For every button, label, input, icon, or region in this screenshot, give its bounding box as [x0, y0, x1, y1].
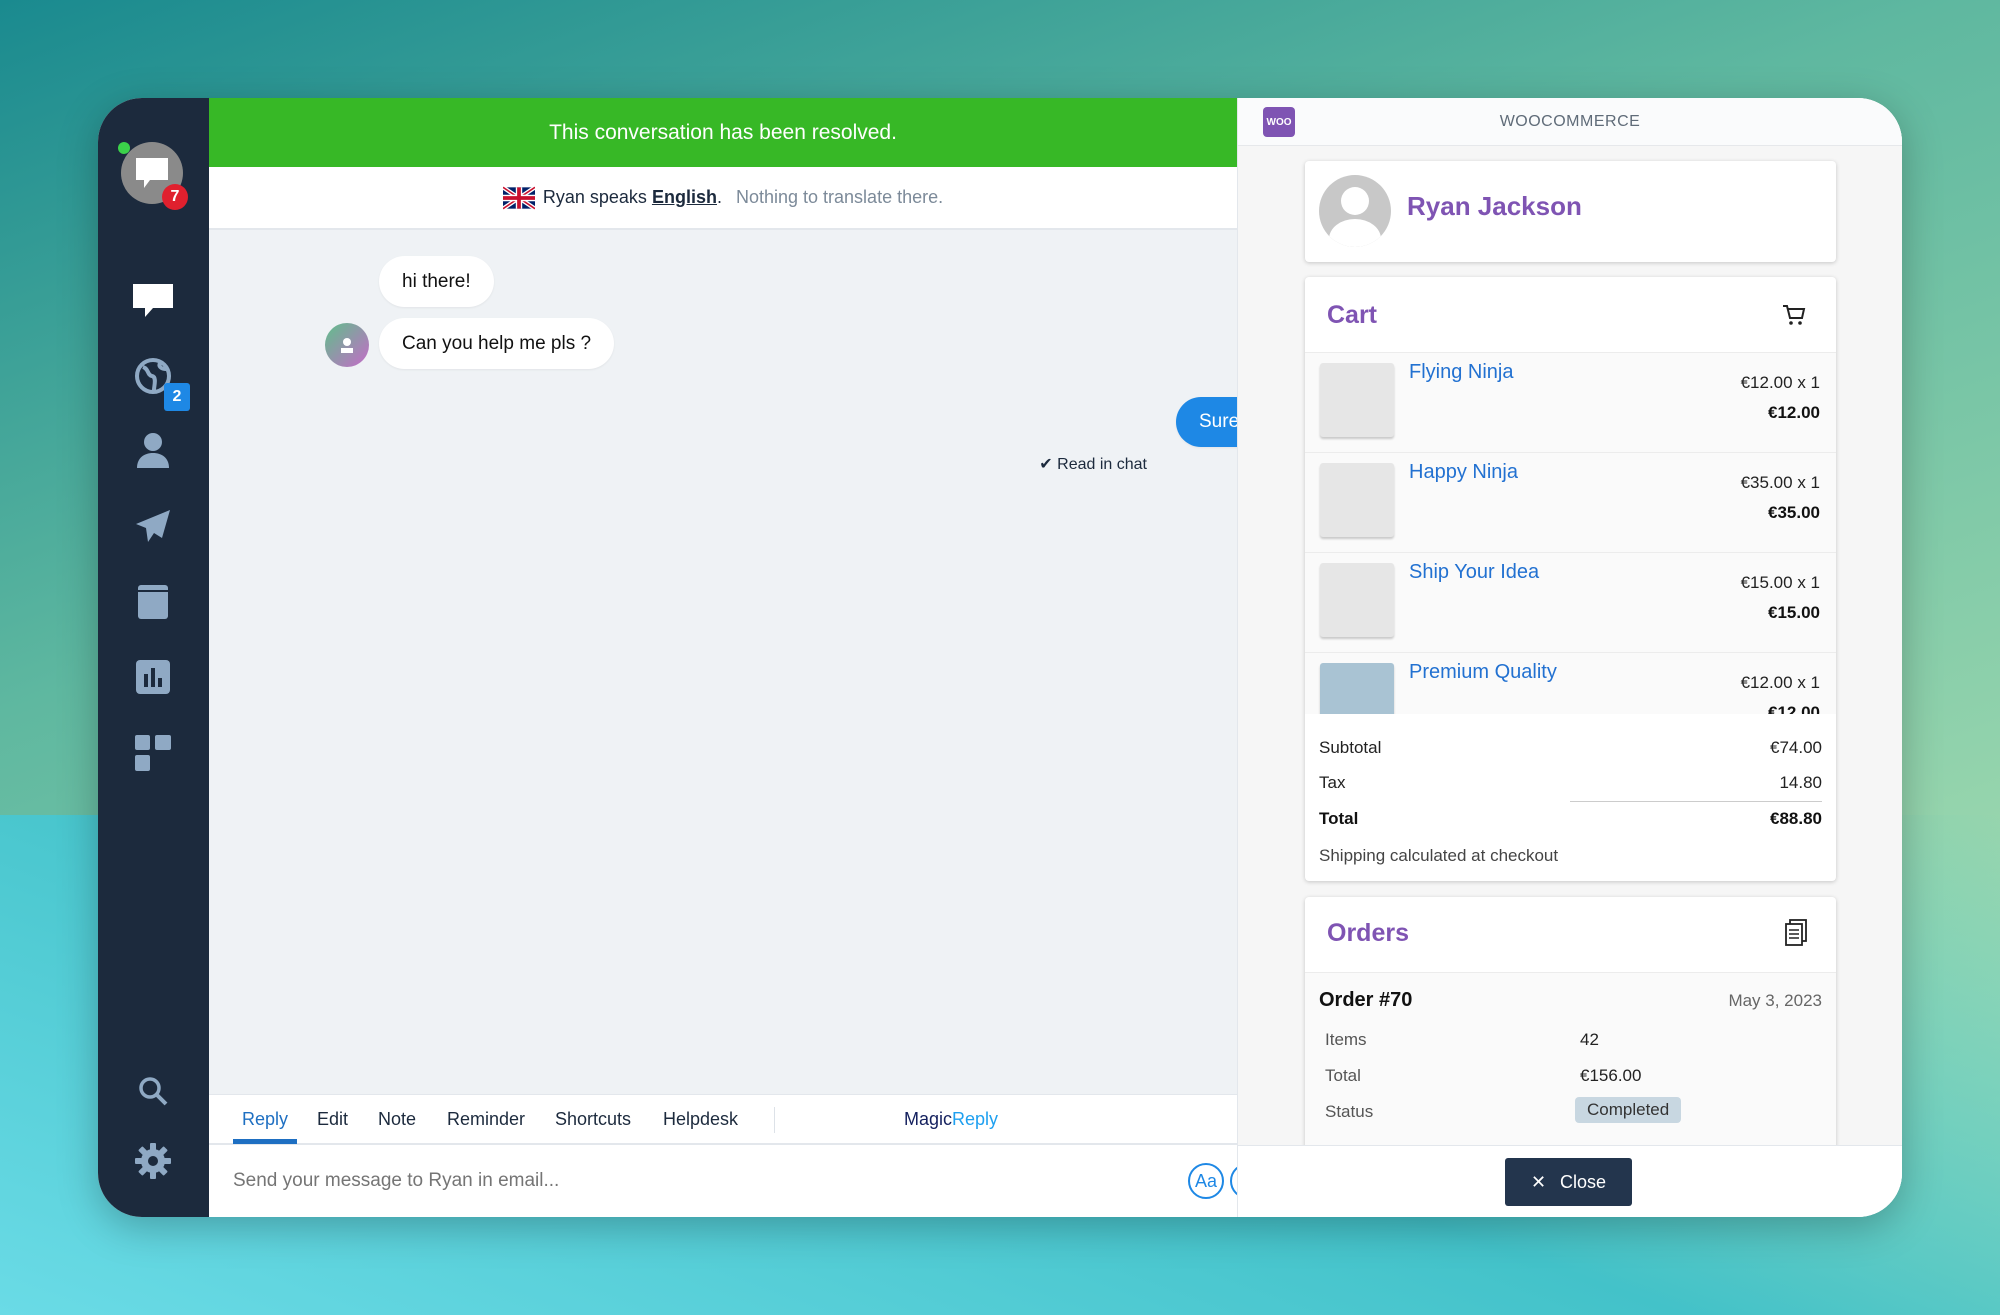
user-icon[interactable] — [136, 432, 170, 468]
unit-price: €15.00 x 1 — [1740, 573, 1820, 592]
totals-divider — [1570, 801, 1822, 802]
order-details: Order #70 May 3, 2023 Items 42 Total €156.… — [1305, 972, 1836, 1157]
message-bubble: Can you help me pls ? — [379, 318, 615, 369]
tab-reminder[interactable]: Reminder — [447, 1109, 525, 1130]
tab-helpdesk[interactable]: Helpdesk — [663, 1109, 738, 1130]
product-thumbnail — [1320, 363, 1394, 437]
tab-magicreply[interactable]: MagicReply — [904, 1109, 998, 1130]
unit-price: €35.00 x 1 — [1740, 473, 1820, 492]
cart-card: Cart Flying Ninja €12.00 x 1 €12.00 Happy … — [1305, 277, 1836, 881]
customer-name[interactable]: Ryan Jackson — [1407, 191, 1582, 222]
total-value: €156.00 — [1580, 1066, 1642, 1085]
app-window: 7 2 This conversation has been resolved.… — [98, 98, 1902, 1217]
language-link[interactable]: English — [652, 187, 717, 207]
product-link[interactable]: Premium Quality — [1409, 661, 1557, 684]
tax-row: Tax 14.80 — [1319, 773, 1822, 792]
active-tab-indicator — [233, 1139, 297, 1144]
check-icon: ✔ — [1039, 456, 1053, 473]
message-input[interactable] — [233, 1161, 1033, 1201]
product-thumbnail — [1320, 463, 1394, 537]
product-link[interactable]: Flying Ninja — [1409, 361, 1513, 384]
cart-title: Cart — [1327, 301, 1378, 329]
analytics-icon[interactable] — [136, 660, 170, 694]
cart-item: Ship Your Idea €15.00 x 1 €15.00 — [1305, 553, 1836, 653]
items-label: Items — [1325, 1030, 1367, 1049]
panel-title: WOOCOMMERCE — [1499, 113, 1641, 130]
product-thumbnail — [1320, 663, 1394, 714]
product-link[interactable]: Happy Ninja — [1409, 461, 1518, 484]
tab-shortcuts[interactable]: Shortcuts — [555, 1109, 631, 1130]
resolved-banner: This conversation has been resolved. — [209, 98, 1237, 167]
send-icon[interactable] — [134, 508, 172, 544]
panel-header: WOO WOOCOMMERCE — [1238, 98, 1902, 146]
order-number[interactable]: Order #70 — [1319, 989, 1412, 1012]
chat-icon[interactable] — [131, 280, 175, 320]
unit-price: €12.00 x 1 — [1740, 373, 1820, 392]
sidebar: 7 2 — [98, 98, 209, 1217]
read-status: ✔ Read in chat — [1039, 456, 1147, 473]
visitor-avatar — [325, 323, 369, 367]
woocommerce-panel: WOO WOOCOMMERCE Ryan Jackson Cart Flying… — [1237, 98, 1902, 1217]
translation-bar: Ryan speaks English. Nothing to translat… — [209, 167, 1237, 230]
customer-avatar — [1319, 175, 1391, 247]
line-total: €35.00 — [1768, 503, 1820, 522]
line-total: €12.00 — [1768, 403, 1820, 422]
cart-item: Happy Ninja €35.00 x 1 €35.00 — [1305, 453, 1836, 553]
tab-reply[interactable]: Reply — [242, 1109, 288, 1130]
items-value: 42 — [1580, 1030, 1599, 1049]
cart-item: Premium Quality €12.00 x 1 €12.00 — [1305, 653, 1836, 714]
orders-title: Orders — [1327, 919, 1409, 947]
product-thumbnail — [1320, 563, 1394, 637]
integrations-icon[interactable] — [135, 735, 171, 771]
chat-panel: This conversation has been resolved. Rya… — [209, 98, 1318, 1217]
panel-footer: ✕ Close — [1238, 1145, 1902, 1217]
order-date: May 3, 2023 — [1728, 991, 1822, 1010]
line-total: €15.00 — [1768, 603, 1820, 622]
text-format-icon[interactable]: Aa — [1188, 1163, 1224, 1199]
subtotal-row: Subtotal €74.00 — [1319, 738, 1822, 757]
shipping-note: Shipping calculated at checkout — [1319, 846, 1559, 865]
product-link[interactable]: Ship Your Idea — [1409, 561, 1539, 584]
close-icon: ✕ — [1530, 1171, 1547, 1192]
chat-bubble-icon — [136, 158, 168, 188]
status-label: Status — [1325, 1102, 1374, 1121]
customer-card: Ryan Jackson — [1305, 161, 1836, 262]
composer: Aa ☺ + — [209, 1145, 1308, 1217]
cart-icon[interactable] — [1782, 304, 1806, 326]
tab-divider — [774, 1107, 775, 1133]
speaks-label: Ryan speaks English. — [542, 187, 722, 207]
orders-card: Orders Order #70 May 3, 2023 Items 42 Tot… — [1305, 897, 1836, 1157]
uk-flag-icon — [502, 185, 535, 210]
composer-tabs: Reply Edit Note Reminder Shortcuts Helpd… — [209, 1094, 1237, 1145]
cart-items: Flying Ninja €12.00 x 1 €12.00 Happy Ninja… — [1305, 352, 1836, 714]
user-icon — [341, 338, 353, 353]
search-icon[interactable] — [138, 1076, 168, 1106]
gear-icon[interactable] — [134, 1142, 172, 1180]
message-bubble: hi there! — [379, 256, 494, 307]
unit-price: €12.00 x 1 — [1740, 673, 1820, 692]
total-row: Total €88.80 — [1319, 809, 1822, 828]
close-button[interactable]: ✕ Close — [1505, 1158, 1632, 1206]
book-icon[interactable] — [137, 584, 169, 620]
online-dot — [118, 142, 130, 154]
globe-badge: 2 — [164, 383, 190, 411]
tab-edit[interactable]: Edit — [317, 1109, 348, 1130]
status-badge: Completed — [1575, 1097, 1682, 1123]
notification-badge: 7 — [162, 184, 188, 210]
translate-note: Nothing to translate there. — [735, 187, 944, 207]
orders-icon[interactable] — [1784, 919, 1808, 947]
tab-note[interactable]: Note — [378, 1109, 416, 1130]
line-total: €12.00 — [1768, 703, 1820, 714]
total-label: Total — [1325, 1066, 1361, 1085]
cart-item: Flying Ninja €12.00 x 1 €12.00 — [1305, 353, 1836, 453]
